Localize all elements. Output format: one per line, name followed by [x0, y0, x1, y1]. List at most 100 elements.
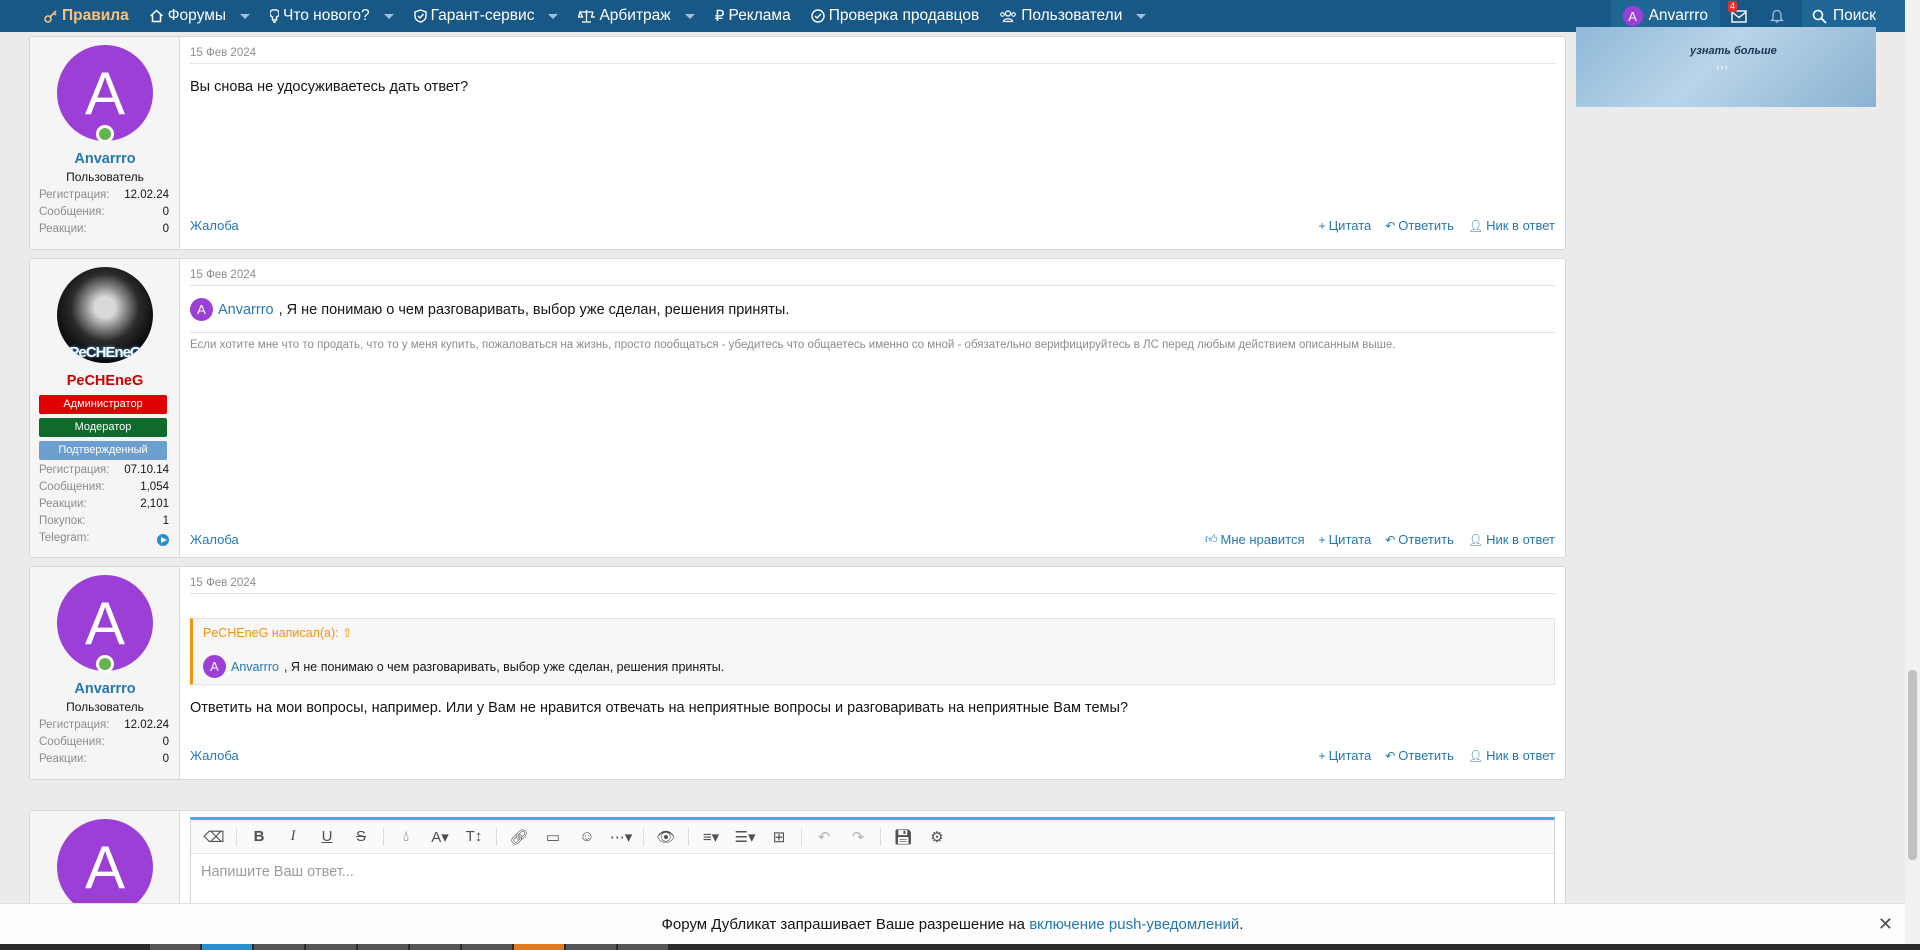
avatar[interactable]: PeCHEneG	[57, 267, 153, 363]
link-icon[interactable]: 🔗︎	[504, 824, 534, 850]
text-color-icon[interactable]: 💧︎	[391, 824, 421, 850]
font-size-icon[interactable]: T↕	[459, 824, 489, 850]
mention-link[interactable]: Anvarrro	[231, 660, 279, 674]
post-date[interactable]: 15 Фев 2024	[190, 269, 256, 281]
mention-link[interactable]: Anvarrro	[218, 302, 274, 318]
close-icon[interactable]: ✕	[1878, 904, 1893, 945]
taskbar-item[interactable]	[410, 944, 460, 950]
taskbar-item[interactable]	[462, 944, 512, 950]
quote-button[interactable]: + Цитата	[1319, 748, 1372, 763]
nav-label: Что нового?	[283, 7, 370, 24]
taskbar-item[interactable]	[306, 944, 356, 950]
font-family-icon[interactable]: A▾	[425, 824, 455, 850]
bell-icon	[1770, 9, 1784, 23]
post-actions: + Цитата ↶ Ответить 👤︎ Ник в ответ	[1319, 218, 1555, 233]
nav-item-ads[interactable]: ₽ Реклама	[705, 0, 801, 32]
sidebar-ad-banner[interactable]: узнать больше ›››	[1576, 27, 1876, 107]
taskbar-item[interactable]	[566, 944, 616, 950]
report-link[interactable]: Жалоба	[190, 532, 239, 547]
author-stat: Telegram:	[39, 532, 169, 549]
author-stat: Реакции: 0	[39, 753, 169, 770]
chevron-down-icon[interactable]	[383, 13, 394, 19]
scrollbar-thumb[interactable]	[1908, 670, 1917, 860]
nick-reply-button[interactable]: 👤︎ Ник в ответ	[1468, 748, 1555, 763]
eraser-icon[interactable]: ⌫	[199, 824, 229, 850]
avatar-text: PeCHEneG	[69, 344, 141, 361]
align-icon[interactable]: ≡▾	[696, 824, 726, 850]
nick-reply-button[interactable]: 👤︎ Ник в ответ	[1468, 532, 1555, 547]
stat-label: Сообщения:	[39, 206, 105, 218]
divider	[190, 593, 1555, 594]
action-label: Цитата	[1328, 218, 1372, 233]
chevron-down-icon[interactable]	[684, 13, 695, 19]
users-icon	[1000, 10, 1017, 23]
taskbar-item[interactable]	[618, 944, 668, 950]
toolbar-divider	[880, 827, 881, 846]
settings-icon[interactable]: ⚙	[922, 824, 952, 850]
nav-item-rules[interactable]: Правила	[0, 0, 139, 32]
report-link[interactable]: Жалоба	[190, 218, 239, 233]
like-button[interactable]: 👍︎ Мне нравится	[1205, 532, 1305, 547]
author-name[interactable]: Anvarrro	[30, 151, 180, 167]
list-icon[interactable]: ☰▾	[730, 824, 760, 850]
redo-icon[interactable]: ↷	[843, 824, 873, 850]
reply-button[interactable]: ↶ Ответить	[1385, 748, 1454, 763]
quote-button[interactable]: + Цитата	[1319, 218, 1372, 233]
nick-reply-button[interactable]: 👤︎ Ник в ответ	[1468, 218, 1555, 233]
nav-item-users[interactable]: Пользователи	[989, 0, 1156, 32]
enable-push-link[interactable]: включение push-уведомлений	[1029, 916, 1239, 933]
post-date[interactable]: 15 Фев 2024	[190, 577, 256, 589]
action-label: Ответить	[1398, 218, 1454, 233]
nav-item-whats-new[interactable]: Что нового?	[260, 0, 404, 32]
post-text-content: , Я не понимаю о чем разговаривать, выбо…	[278, 301, 790, 318]
post-body: 15 Фев 2024 PeCHEneG написал(а): ⇧ A Anv…	[180, 567, 1565, 779]
taskbar-item[interactable]	[150, 944, 200, 950]
page-scrollbar[interactable]	[1905, 0, 1920, 950]
toolbar-divider	[643, 827, 644, 846]
post-footer: Жалоба + Цитата ↶ Ответить 👤︎ Ник в ответ	[190, 748, 1555, 763]
italic-icon[interactable]: I	[278, 824, 308, 850]
arrow-up-circle-icon[interactable]: ⇧	[342, 626, 352, 640]
chevron-down-icon[interactable]	[548, 13, 559, 19]
post-body: 15 Фев 2024 A Anvarrro , Я не понимаю о …	[180, 259, 1565, 557]
nav-label: Арбитраж	[599, 7, 671, 24]
telegram-icon[interactable]	[157, 534, 169, 546]
chevron-down-icon[interactable]	[240, 13, 250, 19]
nav-item-forums[interactable]: Форумы	[139, 0, 260, 32]
reply-input[interactable]: Напишите Ваш ответ...	[191, 854, 1554, 890]
quote-header[interactable]: PeCHEneG написал(а): ⇧	[203, 625, 353, 640]
stat-value: 1	[162, 515, 169, 527]
underline-icon[interactable]: U	[312, 824, 342, 850]
undo-icon[interactable]: ↶	[809, 824, 839, 850]
reply-button[interactable]: ↶ Ответить	[1385, 218, 1454, 233]
report-link[interactable]: Жалоба	[190, 748, 239, 763]
action-label: Цитата	[1328, 532, 1372, 547]
drafts-icon[interactable]: 💾︎	[888, 824, 918, 850]
author-name[interactable]: PeCHEneG	[30, 373, 180, 389]
chevron-down-icon[interactable]	[1136, 13, 1147, 19]
thumbs-up-icon: 👍︎	[1204, 532, 1218, 546]
nav-item-guarantee[interactable]: Гарант-сервис	[404, 0, 569, 32]
user-icon: 👤︎	[1467, 748, 1484, 763]
action-label: Мне нравится	[1220, 532, 1305, 547]
more-icon[interactable]: ⋯▾	[606, 824, 636, 850]
table-icon[interactable]: ⊞	[764, 824, 794, 850]
strikethrough-icon[interactable]: S	[346, 824, 376, 850]
stat-label: Реакции:	[39, 753, 87, 765]
author-stat: Сообщения: 0	[39, 736, 169, 753]
image-icon[interactable]: ▭	[538, 824, 568, 850]
author-name[interactable]: Anvarrro	[30, 681, 180, 697]
hide-icon[interactable]: 👁︎	[651, 824, 681, 850]
reply-button[interactable]: ↶ Ответить	[1385, 532, 1454, 547]
bold-icon[interactable]: B	[244, 824, 274, 850]
nav-item-seller-check[interactable]: Проверка продавцов	[801, 0, 989, 32]
taskbar-item[interactable]	[254, 944, 304, 950]
quote-button[interactable]: + Цитата	[1319, 532, 1372, 547]
signature: Если хотите мне что то продать, что то у…	[190, 339, 1396, 351]
taskbar-item[interactable]	[514, 944, 564, 950]
smiley-icon[interactable]: ☺	[572, 824, 602, 850]
taskbar-item[interactable]	[358, 944, 408, 950]
taskbar-item[interactable]	[202, 944, 252, 950]
nav-item-arbitration[interactable]: Арбитраж	[568, 0, 704, 32]
post-date[interactable]: 15 Фев 2024	[190, 47, 256, 59]
